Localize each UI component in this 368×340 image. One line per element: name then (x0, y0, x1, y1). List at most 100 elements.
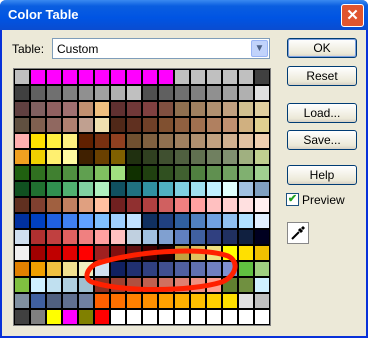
color-swatch[interactable] (223, 150, 237, 164)
color-swatch[interactable] (159, 86, 173, 100)
color-swatch[interactable] (95, 262, 109, 276)
color-swatch[interactable] (255, 150, 269, 164)
color-swatch[interactable] (239, 310, 253, 324)
color-swatch[interactable] (239, 70, 253, 84)
color-swatch[interactable] (111, 294, 125, 308)
color-swatch[interactable] (31, 230, 45, 244)
color-swatch[interactable] (175, 70, 189, 84)
color-swatch[interactable] (191, 262, 205, 276)
color-swatch-grid[interactable] (13, 68, 271, 326)
color-swatch[interactable] (111, 70, 125, 84)
color-swatch[interactable] (223, 230, 237, 244)
title-bar[interactable]: Color Table ✕ (0, 0, 368, 30)
color-swatch[interactable] (15, 86, 29, 100)
color-swatch[interactable] (15, 150, 29, 164)
color-swatch[interactable] (255, 70, 269, 84)
color-swatch[interactable] (223, 262, 237, 276)
color-swatch[interactable] (47, 294, 61, 308)
color-swatch[interactable] (255, 166, 269, 180)
color-swatch[interactable] (47, 310, 61, 324)
color-swatch[interactable] (31, 134, 45, 148)
color-swatch[interactable] (175, 246, 189, 260)
color-swatch[interactable] (15, 310, 29, 324)
color-swatch[interactable] (207, 182, 221, 196)
color-swatch[interactable] (175, 86, 189, 100)
color-swatch[interactable] (127, 166, 141, 180)
color-swatch[interactable] (191, 246, 205, 260)
color-swatch[interactable] (223, 310, 237, 324)
color-swatch[interactable] (95, 246, 109, 260)
color-swatch[interactable] (143, 262, 157, 276)
color-swatch[interactable] (127, 118, 141, 132)
color-swatch[interactable] (239, 134, 253, 148)
color-swatch[interactable] (31, 262, 45, 276)
color-swatch[interactable] (47, 70, 61, 84)
color-swatch[interactable] (255, 118, 269, 132)
color-swatch[interactable] (175, 310, 189, 324)
color-swatch[interactable] (143, 70, 157, 84)
color-swatch[interactable] (63, 214, 77, 228)
color-swatch[interactable] (175, 214, 189, 228)
color-swatch[interactable] (79, 182, 93, 196)
color-swatch[interactable] (111, 118, 125, 132)
color-swatch[interactable] (127, 70, 141, 84)
color-swatch[interactable] (79, 150, 93, 164)
color-swatch[interactable] (63, 262, 77, 276)
color-swatch[interactable] (15, 294, 29, 308)
color-swatch[interactable] (239, 246, 253, 260)
color-swatch[interactable] (159, 262, 173, 276)
color-swatch[interactable] (239, 150, 253, 164)
color-swatch[interactable] (191, 86, 205, 100)
color-swatch[interactable] (79, 166, 93, 180)
eyedropper-button[interactable] (287, 222, 309, 244)
color-swatch[interactable] (143, 278, 157, 292)
color-swatch[interactable] (31, 182, 45, 196)
color-swatch[interactable] (159, 166, 173, 180)
color-swatch[interactable] (111, 102, 125, 116)
color-swatch[interactable] (111, 150, 125, 164)
color-swatch[interactable] (47, 118, 61, 132)
color-swatch[interactable] (47, 86, 61, 100)
color-swatch[interactable] (223, 86, 237, 100)
color-swatch[interactable] (159, 310, 173, 324)
color-swatch[interactable] (47, 214, 61, 228)
color-swatch[interactable] (47, 182, 61, 196)
color-swatch[interactable] (159, 214, 173, 228)
color-swatch[interactable] (111, 310, 125, 324)
color-swatch[interactable] (223, 134, 237, 148)
color-swatch[interactable] (15, 70, 29, 84)
color-swatch[interactable] (159, 230, 173, 244)
color-swatch[interactable] (95, 166, 109, 180)
color-swatch[interactable] (223, 198, 237, 212)
color-swatch[interactable] (191, 150, 205, 164)
color-swatch[interactable] (63, 134, 77, 148)
color-swatch[interactable] (175, 134, 189, 148)
color-swatch[interactable] (15, 262, 29, 276)
color-swatch[interactable] (143, 230, 157, 244)
color-swatch[interactable] (127, 134, 141, 148)
color-swatch[interactable] (111, 278, 125, 292)
color-swatch[interactable] (255, 310, 269, 324)
color-swatch[interactable] (15, 102, 29, 116)
color-swatch[interactable] (95, 230, 109, 244)
help-button[interactable]: Help (287, 165, 357, 185)
color-swatch[interactable] (31, 310, 45, 324)
color-swatch[interactable] (111, 198, 125, 212)
color-swatch[interactable] (79, 262, 93, 276)
color-swatch[interactable] (159, 102, 173, 116)
color-swatch[interactable] (239, 214, 253, 228)
color-swatch[interactable] (143, 198, 157, 212)
color-swatch[interactable] (127, 182, 141, 196)
color-swatch[interactable] (159, 278, 173, 292)
color-swatch[interactable] (95, 86, 109, 100)
color-swatch[interactable] (143, 182, 157, 196)
color-swatch[interactable] (47, 198, 61, 212)
color-swatch[interactable] (207, 86, 221, 100)
color-swatch[interactable] (223, 294, 237, 308)
color-swatch[interactable] (175, 166, 189, 180)
color-swatch[interactable] (207, 230, 221, 244)
color-swatch[interactable] (111, 86, 125, 100)
color-swatch[interactable] (255, 246, 269, 260)
color-swatch[interactable] (191, 182, 205, 196)
color-swatch[interactable] (15, 198, 29, 212)
